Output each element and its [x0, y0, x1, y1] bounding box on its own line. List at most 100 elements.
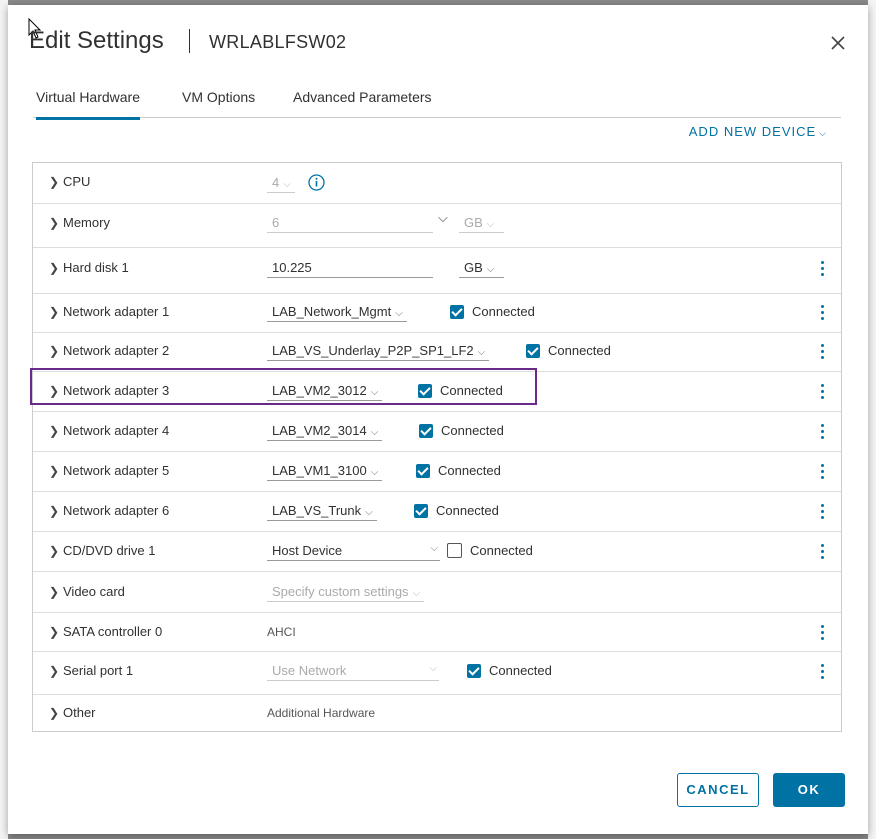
memory-input[interactable]: 6: [267, 215, 433, 233]
row-label-network-adapter[interactable]: ❯ Network adapter 2: [49, 343, 169, 358]
hard-disk-unit-select[interactable]: GB ⌵: [459, 260, 504, 278]
checkbox-checked-icon: [416, 464, 430, 478]
add-new-device-button[interactable]: ADD NEW DEVICE ⌵: [689, 124, 827, 139]
more-actions-icon[interactable]: [819, 464, 825, 480]
row-sata-controller-0: ❯ SATA controller 0 AHCI: [33, 613, 841, 652]
row-network-adapter-6: ❯ Network adapter 6 LAB_VS_Trunk ⌵ Connect…: [33, 492, 841, 532]
chevron-right-icon: ❯: [49, 175, 60, 189]
network-select[interactable]: LAB_VM2_3012 ⌵: [267, 383, 383, 401]
more-actions-icon[interactable]: [819, 344, 825, 360]
checkbox-checked-icon: [414, 504, 428, 518]
more-actions-icon[interactable]: [819, 664, 825, 680]
background-app-left: [0, 0, 8, 839]
more-actions-icon[interactable]: [819, 305, 825, 321]
row-label-network-adapter[interactable]: ❯ Network adapter 6: [49, 503, 169, 518]
network-select[interactable]: LAB_VM2_3014 ⌵: [267, 423, 383, 441]
chevron-right-icon: ❯: [49, 464, 60, 478]
more-actions-icon[interactable]: [819, 261, 825, 277]
memory-unit-select[interactable]: GB ⌵: [459, 215, 504, 233]
more-actions-icon[interactable]: [819, 424, 825, 440]
cd-dvd-media-select[interactable]: Host Device ⌵: [267, 543, 440, 561]
checkbox-checked-icon: [418, 384, 432, 398]
connected-checkbox[interactable]: Connected: [418, 383, 503, 398]
row-network-adapter-1: ❯ Network adapter 1 LAB_Network_Mgmt ⌵ Con…: [33, 294, 841, 333]
title-separator: [189, 29, 190, 53]
chevron-right-icon: ❯: [49, 585, 60, 599]
connected-checkbox[interactable]: Connected: [416, 463, 501, 478]
more-actions-icon[interactable]: [819, 544, 825, 560]
row-cd-dvd-drive-1: ❯ CD/DVD drive 1 Host Device ⌵ Connected: [33, 532, 841, 572]
connected-checkbox[interactable]: Connected: [419, 423, 504, 438]
more-actions-icon[interactable]: [819, 625, 825, 641]
chevron-right-icon: ❯: [49, 625, 60, 639]
connected-checkbox[interactable]: Connected: [447, 543, 533, 558]
cancel-button[interactable]: CANCEL: [677, 773, 759, 807]
chevron-right-icon: ❯: [49, 305, 60, 319]
network-select[interactable]: LAB_Network_Mgmt ⌵: [267, 304, 407, 322]
hard-disk-size-input[interactable]: 10.225: [267, 260, 433, 278]
chevron-down-icon: ⌵: [819, 128, 827, 138]
row-hard-disk-1: ❯ Hard disk 1 10.225 GB ⌵: [33, 248, 841, 294]
memory-dropdown-chevron-icon[interactable]: ⌵: [438, 210, 448, 226]
row-label-sata-controller-0[interactable]: ❯ SATA controller 0: [49, 624, 162, 639]
row-video-card: ❯ Video card Specify custom settings ⌵: [33, 572, 841, 613]
chevron-right-icon: ❯: [49, 424, 60, 438]
dialog-title: Edit Settings: [29, 27, 164, 54]
chevron-right-icon: ❯: [49, 384, 60, 398]
close-icon[interactable]: [827, 32, 849, 54]
row-label-network-adapter[interactable]: ❯ Network adapter 3: [49, 383, 169, 398]
chevron-right-icon: ❯: [49, 216, 60, 230]
tab-bar: Virtual Hardware VM Options Advanced Par…: [33, 89, 841, 120]
row-other: ❯ Other Additional Hardware: [33, 695, 841, 731]
chevron-right-icon: ❯: [49, 706, 60, 720]
row-label-cpu[interactable]: ❯ CPU: [49, 174, 90, 189]
ok-button[interactable]: OK: [773, 773, 845, 807]
row-label-network-adapter[interactable]: ❯ Network adapter 1: [49, 304, 169, 319]
virtual-hardware-table: ❯ CPU 4 ⌵ ❯ Memory 6 ⌵ GB ⌵ ❯ Hard disk …: [32, 162, 842, 732]
row-network-adapter-5: ❯ Network adapter 5 LAB_VM1_3100 ⌵ Connect…: [33, 452, 841, 492]
sata-controller-type: AHCI: [267, 625, 296, 639]
checkbox-checked-icon: [526, 344, 540, 358]
tab-advanced-parameters[interactable]: Advanced Parameters: [293, 89, 432, 117]
checkbox-checked-icon: [450, 305, 464, 319]
video-card-select[interactable]: Specify custom settings ⌵: [267, 584, 425, 602]
cpu-select[interactable]: 4 ⌵: [267, 174, 326, 193]
row-label-hard-disk-1[interactable]: ❯ Hard disk 1: [49, 260, 129, 275]
checkbox-checked-icon: [419, 424, 433, 438]
row-network-adapter-2: ❯ Network adapter 2 LAB_VS_Underlay_P2P_S…: [33, 333, 841, 372]
network-select[interactable]: LAB_VS_Underlay_P2P_SP1_LF2 ⌵: [267, 343, 490, 361]
row-label-video-card[interactable]: ❯ Video card: [49, 584, 125, 599]
row-cpu: ❯ CPU 4 ⌵: [33, 163, 841, 204]
row-serial-port-1: ❯ Serial port 1 Use Network ⌵ Connected: [33, 652, 841, 695]
connected-checkbox[interactable]: Connected: [467, 663, 552, 678]
row-label-other[interactable]: ❯ Other: [49, 705, 96, 720]
row-network-adapter-3: ❯ Network adapter 3 LAB_VM2_3012 ⌵ Connect…: [33, 372, 841, 412]
chevron-right-icon: ❯: [49, 664, 60, 678]
vm-name: WRLABLFSW02: [209, 32, 347, 52]
other-description: Additional Hardware: [267, 706, 376, 720]
connected-checkbox[interactable]: Connected: [526, 343, 611, 358]
tab-virtual-hardware[interactable]: Virtual Hardware: [36, 89, 141, 120]
chevron-right-icon: ❯: [49, 544, 60, 558]
row-network-adapter-4: ❯ Network adapter 4 LAB_VM2_3014 ⌵ Connect…: [33, 412, 841, 452]
row-label-network-adapter[interactable]: ❯ Network adapter 5: [49, 463, 169, 478]
connected-checkbox[interactable]: Connected: [414, 503, 499, 518]
more-actions-icon[interactable]: [819, 504, 825, 520]
row-memory: ❯ Memory 6 ⌵ GB ⌵: [33, 204, 841, 248]
serial-port-type-select[interactable]: Use Network ⌵: [267, 663, 439, 681]
row-label-network-adapter[interactable]: ❯ Network adapter 4: [49, 423, 169, 438]
row-label-memory[interactable]: ❯ Memory: [49, 215, 110, 230]
row-label-serial-port-1[interactable]: ❯ Serial port 1: [49, 663, 133, 678]
chevron-down-icon: ⌵: [283, 179, 291, 190]
edit-settings-dialog: Edit Settings WRLABLFSW02 Virtual Hardwa…: [8, 5, 868, 834]
network-select[interactable]: LAB_VS_Trunk ⌵: [267, 503, 377, 521]
info-icon[interactable]: [308, 174, 326, 191]
more-actions-icon[interactable]: [819, 384, 825, 400]
connected-checkbox[interactable]: Connected: [450, 304, 535, 319]
row-label-cd-dvd-drive-1[interactable]: ❯ CD/DVD drive 1: [49, 543, 155, 558]
checkbox-checked-icon: [467, 664, 481, 678]
chevron-right-icon: ❯: [49, 504, 60, 518]
chevron-right-icon: ❯: [49, 261, 60, 275]
tab-vm-options[interactable]: VM Options: [182, 89, 255, 117]
network-select[interactable]: LAB_VM1_3100 ⌵: [267, 463, 383, 481]
